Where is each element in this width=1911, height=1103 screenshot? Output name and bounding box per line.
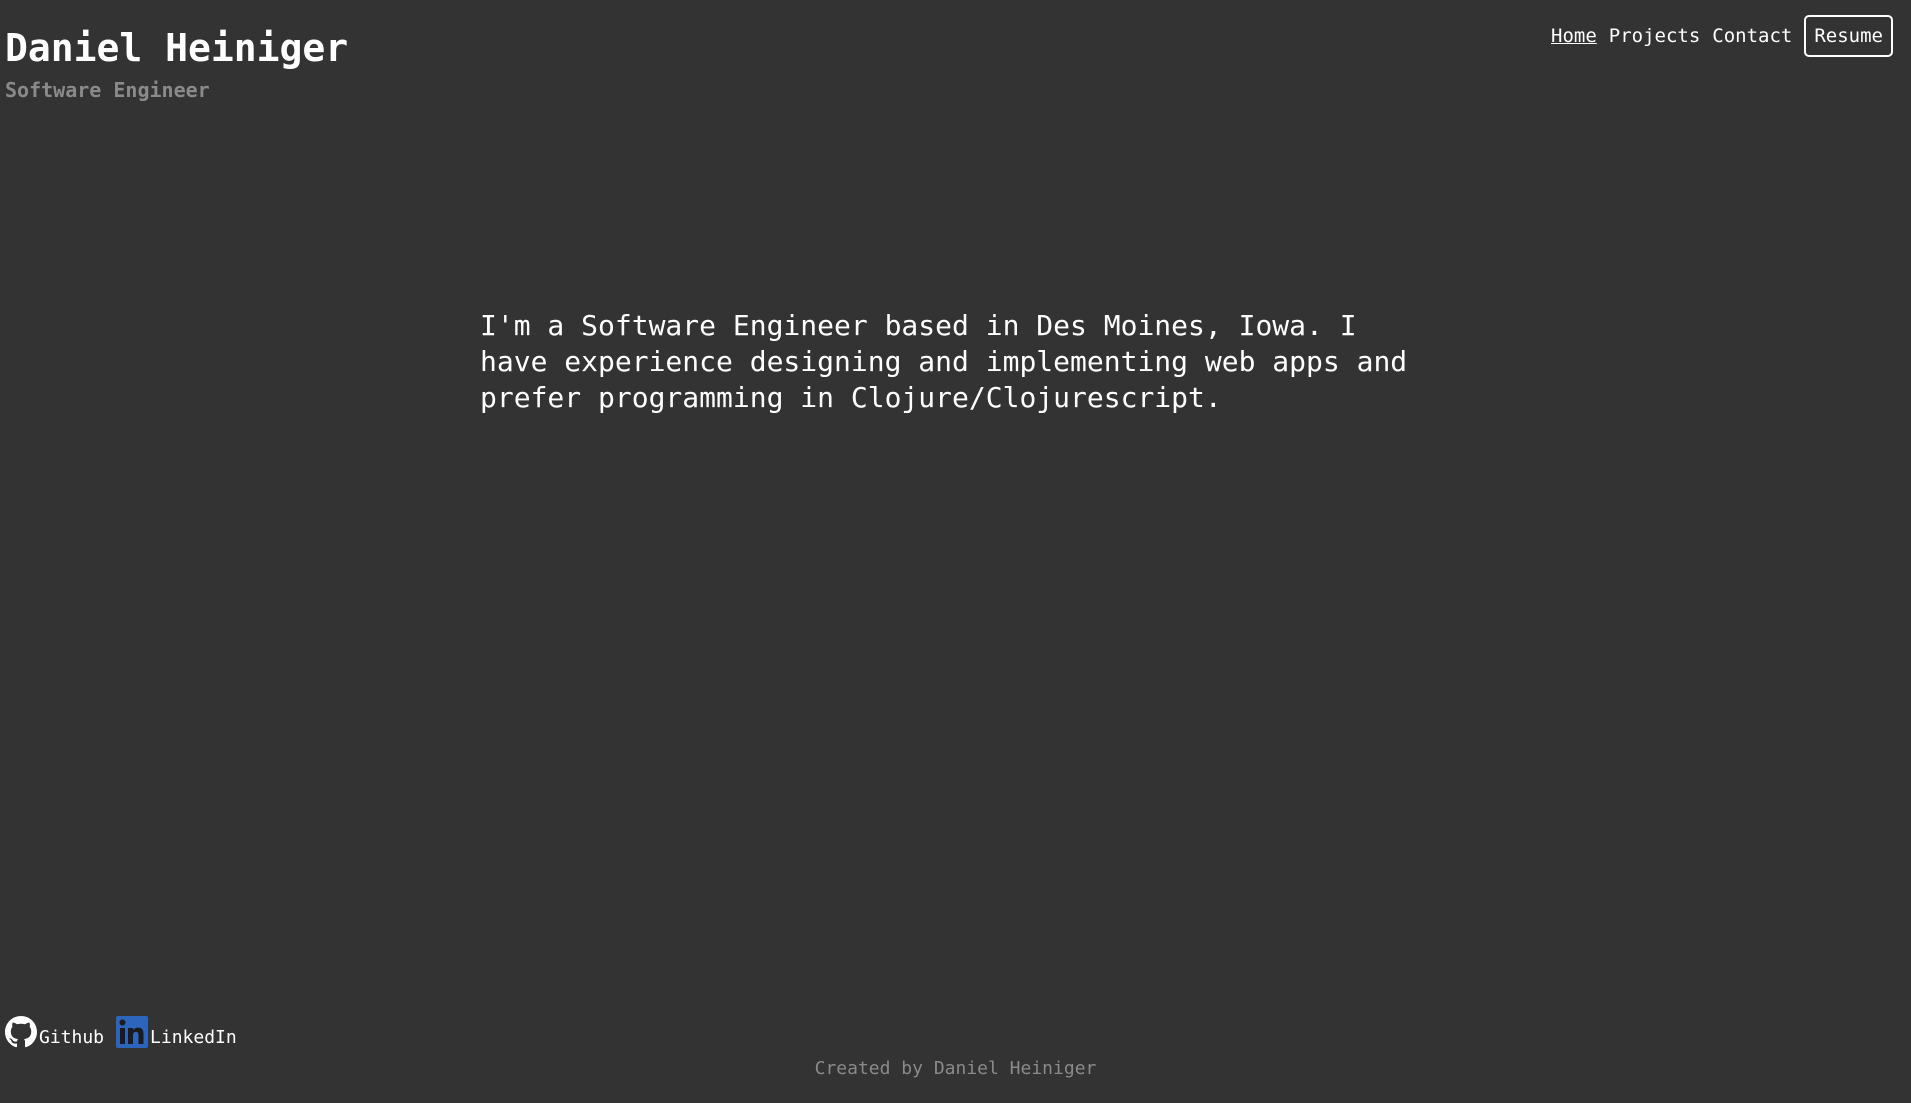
- linkedin-label: LinkedIn: [150, 1027, 237, 1048]
- linkedin-link[interactable]: LinkedIn: [116, 1016, 237, 1048]
- resume-button[interactable]: Resume: [1804, 15, 1893, 57]
- intro-text: I'm a Software Engineer based in Des Moi…: [480, 309, 1408, 414]
- nav-contact-link[interactable]: Contact: [1712, 25, 1792, 47]
- site-title: Daniel Heiniger: [5, 26, 349, 70]
- brand: Daniel Heiniger Software Engineer: [5, 22, 348, 104]
- nav-projects-link[interactable]: Projects: [1609, 25, 1701, 47]
- footer-credit: Created by Daniel Heiniger: [814, 1058, 1097, 1079]
- main-nav: Home Projects Contact Resume: [1551, 15, 1893, 57]
- github-label: Github: [39, 1027, 105, 1048]
- page: Daniel Heiniger Software Engineer Home P…: [0, 0, 1911, 1103]
- linkedin-icon: [116, 1016, 149, 1048]
- github-link[interactable]: Github: [5, 1016, 104, 1048]
- site-subtitle: Software Engineer: [5, 78, 210, 102]
- github-icon: [5, 1016, 37, 1048]
- nav-home-link[interactable]: Home: [1551, 25, 1597, 47]
- social-links: Github LinkedIn: [5, 1016, 237, 1048]
